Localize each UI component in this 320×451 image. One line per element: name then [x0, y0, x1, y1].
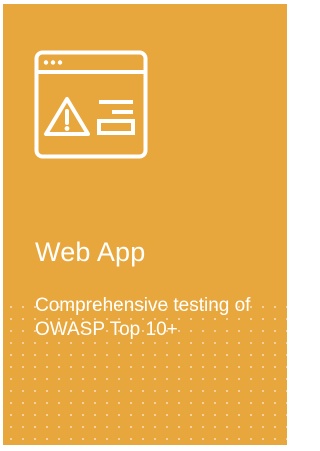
card-title: Web App	[35, 237, 146, 267]
card-description: Comprehensive testing of OWASP Top 10+	[35, 295, 251, 340]
service-card-web-app: Web App Comprehensive testing of OWASP T…	[3, 4, 287, 445]
browser-warning-icon	[34, 50, 148, 159]
